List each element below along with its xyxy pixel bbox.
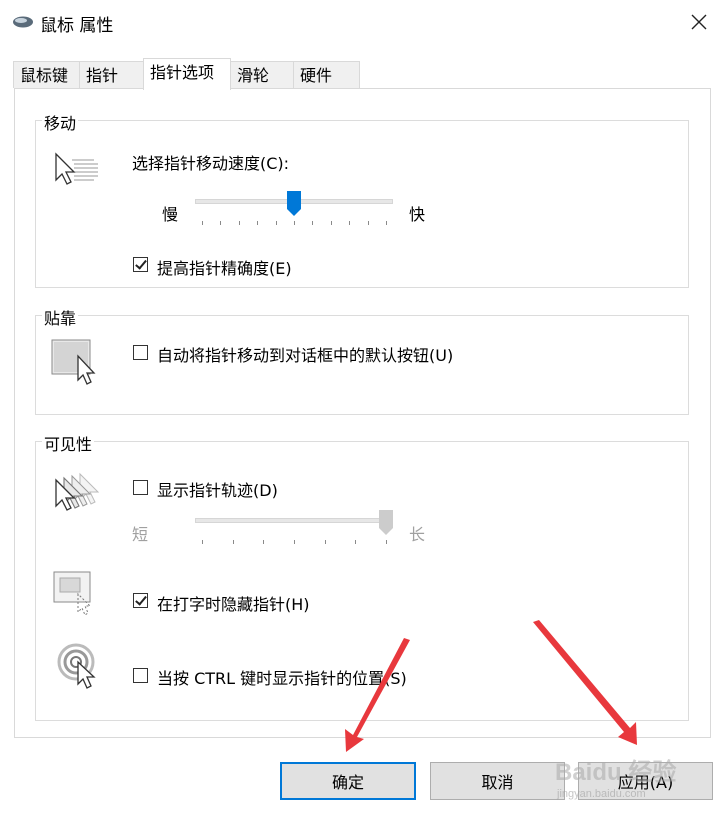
- slider-tick: [257, 221, 259, 225]
- apply-button-label: 应用(A): [617, 773, 674, 792]
- slider-tick: [263, 540, 265, 544]
- slider-tick: [202, 540, 203, 544]
- speed-slider[interactable]: [195, 191, 393, 229]
- slider-tick: [202, 221, 203, 225]
- slider-tick: [238, 221, 240, 225]
- slider-tick: [232, 540, 234, 544]
- tab-label: 鼠标键: [20, 66, 69, 85]
- hide-while-typing-icon: [53, 571, 92, 616]
- motion-group-label: 移动: [42, 110, 79, 134]
- ctrl-locate-label: 当按 CTRL 键时显示指针的位置(S): [157, 669, 407, 688]
- visibility-group-label: 可见性: [42, 431, 95, 455]
- mouse-icon: [13, 16, 33, 28]
- precision-checkbox[interactable]: [133, 257, 148, 272]
- slider-tick: [355, 540, 357, 544]
- tab-label: 硬件: [300, 66, 333, 85]
- slider-tick: [386, 221, 387, 225]
- snap-label: 自动将指针移动到对话框中的默认按钮(U): [157, 346, 454, 365]
- snap-checkbox[interactable]: [133, 345, 148, 360]
- apply-button[interactable]: 应用(A): [578, 762, 713, 800]
- close-button[interactable]: [676, 2, 722, 42]
- precision-label: 提高指针精确度(E): [157, 259, 292, 278]
- pointer-trails-icon: [55, 472, 100, 511]
- tab-pointer-options[interactable]: 指针选项: [143, 58, 231, 90]
- ctrl-locate-icon: [57, 643, 96, 689]
- tab-hardware[interactable]: 硬件: [293, 61, 360, 88]
- tab-label: 滑轮: [237, 66, 270, 85]
- ok-button-label: 确定: [331, 773, 364, 792]
- speed-label: 选择指针移动速度(C):: [132, 154, 290, 173]
- snap-group-label: 贴靠: [42, 305, 79, 329]
- trail-slider-track: [195, 518, 393, 523]
- window-title: 鼠标 属性: [40, 16, 114, 36]
- slider-tick: [275, 221, 277, 225]
- trail-length-slider[interactable]: [195, 510, 393, 548]
- slow-label: 慢: [162, 205, 179, 224]
- hide-while-typing-checkbox[interactable]: [133, 593, 148, 608]
- slider-tick: [294, 221, 295, 225]
- close-icon: [691, 14, 707, 30]
- long-label: 长: [409, 525, 426, 544]
- cancel-button[interactable]: 取消: [430, 762, 565, 800]
- trails-label: 显示指针轨迹(D): [157, 481, 278, 500]
- ctrl-locate-checkbox[interactable]: [133, 668, 148, 683]
- slider-tick: [324, 540, 326, 544]
- trails-checkbox[interactable]: [133, 480, 148, 495]
- slider-tick: [312, 221, 314, 225]
- title-bar: 鼠标 属性: [0, 0, 725, 44]
- tab-buttons[interactable]: 鼠标键: [13, 61, 80, 88]
- slider-tick: [367, 221, 369, 225]
- tab-label: 指针: [86, 66, 119, 85]
- trail-slider-thumb[interactable]: [379, 510, 393, 535]
- tab-label: 指针选项: [150, 63, 215, 82]
- ok-button[interactable]: 确定: [280, 762, 416, 800]
- short-label: 短: [132, 525, 149, 544]
- slider-tick: [349, 221, 351, 225]
- cancel-button-label: 取消: [481, 773, 514, 792]
- slider-tick: [386, 540, 387, 544]
- tab-wheel[interactable]: 滑轮: [230, 61, 294, 88]
- tab-pointers[interactable]: 指针: [79, 61, 144, 88]
- snap-to-button-icon: [51, 339, 96, 385]
- slider-tick: [294, 540, 295, 544]
- pointer-speed-icon: [55, 152, 98, 185]
- slider-tick: [330, 221, 332, 225]
- speed-slider-thumb[interactable]: [287, 191, 301, 216]
- hide-while-typing-label: 在打字时隐藏指针(H): [157, 595, 310, 614]
- fast-label: 快: [409, 205, 426, 224]
- slider-tick: [220, 221, 222, 225]
